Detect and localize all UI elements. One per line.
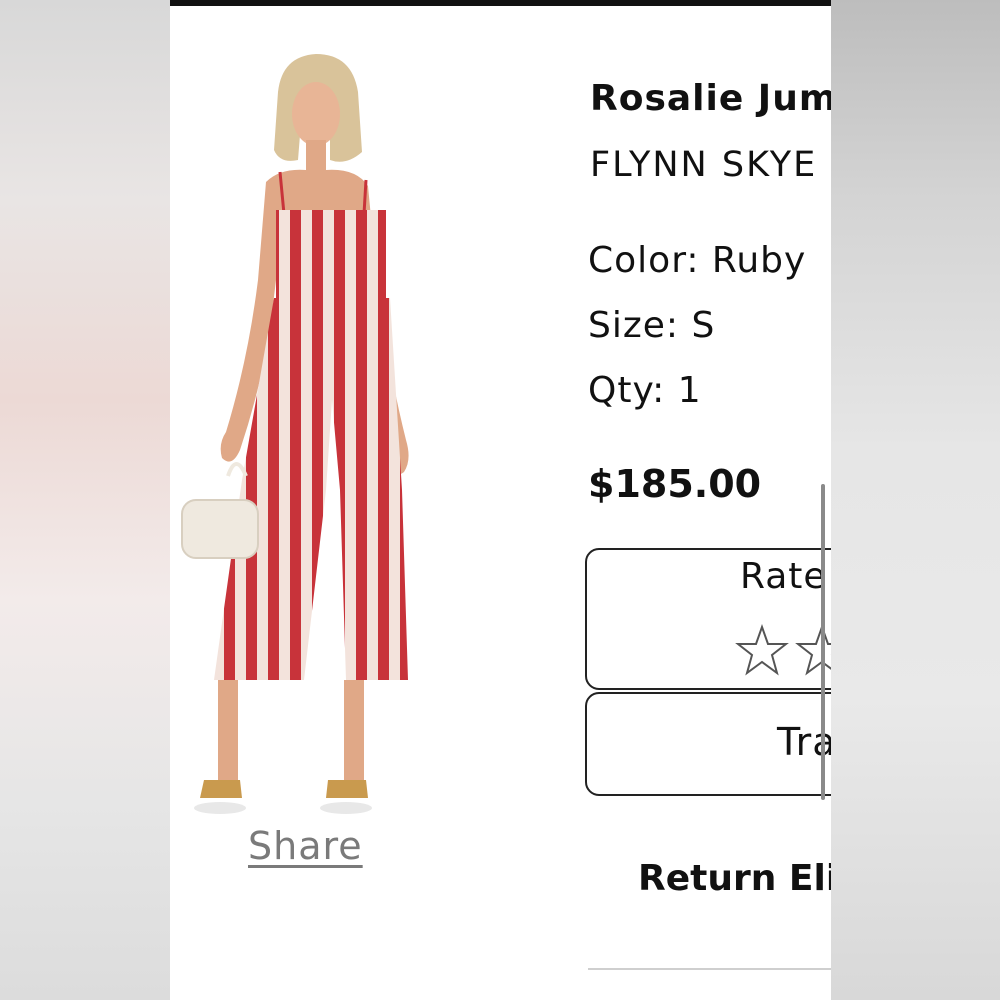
divider	[588, 968, 831, 970]
rate-label: Rate	[740, 556, 827, 597]
product-image[interactable]	[180, 40, 450, 820]
scrollbar[interactable]	[821, 484, 825, 800]
face	[292, 82, 340, 146]
product-qty: Qty: 1	[588, 370, 702, 411]
left-leg	[218, 680, 238, 780]
star-outline-icon[interactable]	[795, 624, 831, 678]
blurred-background-right	[831, 0, 1000, 1000]
neck	[306, 140, 326, 174]
product-brand[interactable]: FLYNN SKYE	[590, 145, 817, 185]
right-sandal	[326, 780, 368, 798]
blurred-background-left	[0, 0, 170, 1000]
star-outline-icon[interactable]	[735, 624, 789, 678]
jumpsuit-trousers	[214, 298, 408, 680]
product-detail-screen: Share Rosalie Jum FLYNN SKYE Color: Ruby…	[170, 0, 831, 1000]
product-size: Size: S	[588, 305, 716, 346]
share-link[interactable]: Share	[248, 824, 363, 868]
product-title: Rosalie Jum	[590, 78, 831, 119]
return-eligibility-label: Return Elig	[638, 858, 831, 899]
handbag	[181, 499, 259, 559]
product-color: Color: Ruby	[588, 240, 807, 281]
product-price: $185.00	[588, 462, 762, 506]
left-sandal	[200, 780, 242, 798]
jumpsuit-top	[276, 210, 386, 300]
right-leg	[344, 680, 364, 780]
top-bar	[170, 0, 831, 6]
